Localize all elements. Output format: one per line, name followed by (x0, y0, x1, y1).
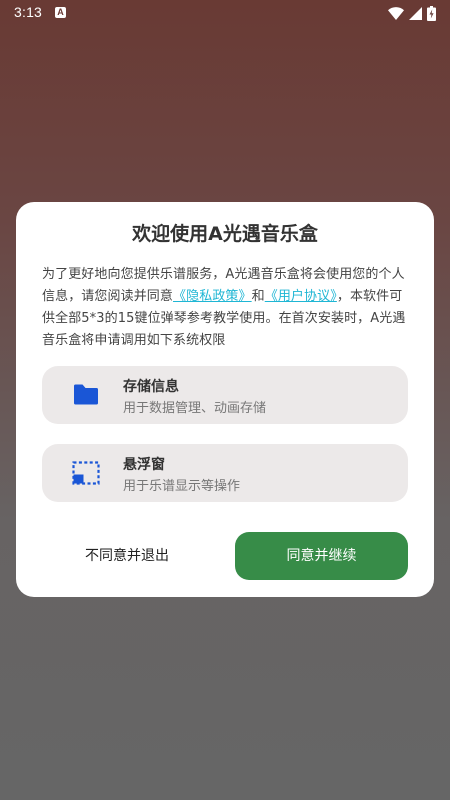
status-time: 3:13 (14, 4, 43, 20)
permission-storage-description: 用于数据管理、动画存储 (123, 401, 267, 416)
permission-floating-window-title: 悬浮窗 (123, 457, 165, 473)
dialog-body-text: 为了更好地向您提供乐谱服务，A光遇音乐盒将会使用您的个人信息，请您阅读并同意《隐… (42, 264, 412, 352)
agree-button[interactable]: 同意并继续 (235, 532, 408, 580)
privacy-dialog: 欢迎使用A光遇音乐盒 为了更好地向您提供乐谱服务，A光遇音乐盒将会使用您的个人信… (16, 202, 434, 597)
permission-floating-window: 悬浮窗 用于乐谱显示等操作 (42, 444, 408, 502)
notification-icon: A (55, 7, 66, 18)
status-bar: 3:13 A (0, 0, 450, 26)
privacy-policy-link[interactable]: 《隐私政策》 (173, 289, 252, 304)
permission-floating-window-description: 用于乐谱显示等操作 (123, 479, 241, 494)
status-icons (388, 5, 436, 21)
folder-icon (72, 383, 100, 407)
body-text-and: 和 (251, 289, 265, 304)
dialog-title: 欢迎使用A光遇音乐盒 (132, 223, 318, 245)
signal-icon (409, 6, 422, 20)
permission-storage-title: 存储信息 (123, 379, 179, 395)
floating-window-icon (72, 461, 100, 485)
decline-button[interactable]: 不同意并退出 (42, 532, 212, 580)
battery-charging-icon (427, 5, 436, 21)
permission-storage: 存储信息 用于数据管理、动画存储 (42, 366, 408, 424)
user-agreement-link[interactable]: 《用户协议》 (265, 289, 337, 304)
wifi-icon (388, 6, 404, 20)
